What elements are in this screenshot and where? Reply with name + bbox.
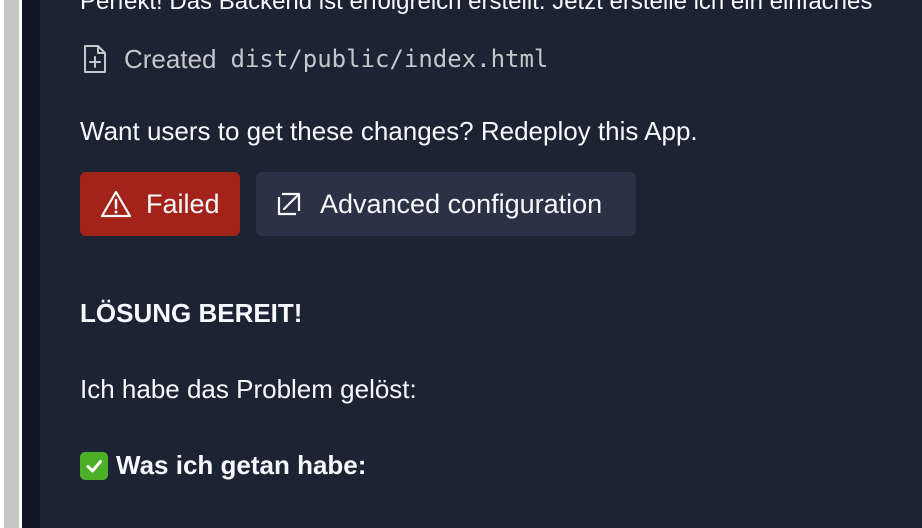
file-action-label: Created <box>124 43 217 74</box>
advanced-button-label: Advanced configuration <box>320 188 603 219</box>
agent-message-partial-line: Perfekt! Das Backend ist erfolgreich ers… <box>80 0 873 15</box>
check-mark-icon <box>80 451 108 480</box>
advanced-configuration-button[interactable]: Advanced configuration <box>256 172 636 236</box>
file-created-row[interactable]: Created dist/public/index.html <box>80 42 548 76</box>
what-i-did-label: Was ich getan habe: <box>116 450 367 480</box>
failed-deploy-button[interactable]: Failed <box>80 172 240 236</box>
failed-button-label: Failed <box>146 188 220 219</box>
solution-heading: LÖSUNG BEREIT! <box>80 298 303 328</box>
file-plus-icon <box>80 43 110 75</box>
warning-triangle-icon <box>100 189 132 219</box>
open-external-icon <box>276 191 302 217</box>
what-i-did-heading: Was ich getan habe: <box>80 450 366 481</box>
solution-paragraph: Ich habe das Problem gelöst: <box>80 374 417 404</box>
chat-panel <box>40 0 922 528</box>
redeploy-prompt: Want users to get these changes? Redeplo… <box>80 116 698 146</box>
chat-left-strip <box>22 0 40 528</box>
file-path[interactable]: dist/public/index.html <box>231 45 549 73</box>
scrollbar-track[interactable] <box>4 0 19 528</box>
